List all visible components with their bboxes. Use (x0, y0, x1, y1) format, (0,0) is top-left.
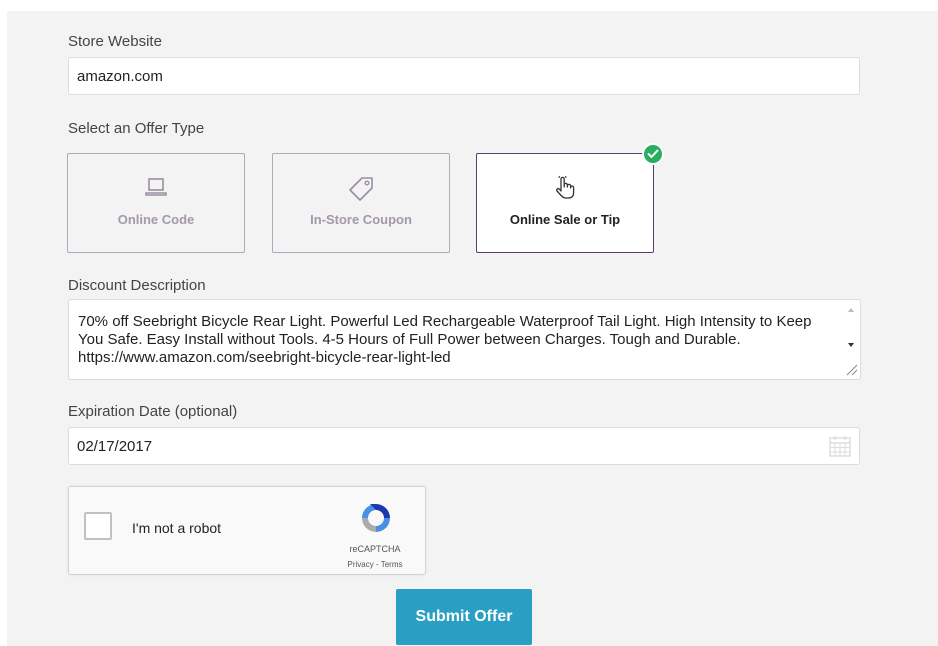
discount-description-textarea[interactable]: 70% off Seebright Bicycle Rear Light. Po… (68, 299, 861, 380)
offer-option-in-store-coupon[interactable]: In-Store Coupon (272, 153, 450, 253)
offer-type-label: Select an Offer Type (68, 120, 205, 137)
tag-icon (273, 176, 449, 204)
selected-check-icon (642, 143, 664, 165)
offer-option-label: In-Store Coupon (310, 212, 412, 227)
offer-option-label: Online Sale or Tip (509, 212, 621, 227)
recaptcha-checkbox[interactable] (84, 512, 112, 540)
recaptcha-privacy-terms[interactable]: Privacy - Terms (345, 560, 405, 569)
offer-option-label: Online Code (117, 212, 195, 227)
discount-description-text: 70% off Seebright Bicycle Rear Light. Po… (78, 313, 812, 366)
pointer-hand-icon (477, 176, 653, 204)
expiration-date-input[interactable] (68, 427, 860, 465)
recaptcha-logo-icon (358, 500, 394, 541)
offer-option-online-sale-or-tip[interactable]: Online Sale or Tip (476, 153, 654, 253)
recaptcha-label: I'm not a robot (132, 520, 222, 536)
store-website-label: Store Website (68, 33, 162, 50)
store-website-input[interactable] (68, 57, 860, 95)
offer-option-online-code[interactable]: Online Code (67, 153, 245, 253)
recaptcha-widget: I'm not a robot reCAPTCHA Privacy - Term… (68, 486, 426, 575)
recaptcha-brand: reCAPTCHA (349, 544, 401, 554)
expiration-date-label: Expiration Date (optional) (68, 403, 238, 420)
submit-offer-button[interactable]: Submit Offer (396, 589, 532, 645)
discount-description-label: Discount Description (68, 277, 206, 294)
description-scrollbar[interactable] (843, 301, 859, 378)
laptop-icon (68, 176, 244, 204)
calendar-icon[interactable] (828, 434, 852, 463)
